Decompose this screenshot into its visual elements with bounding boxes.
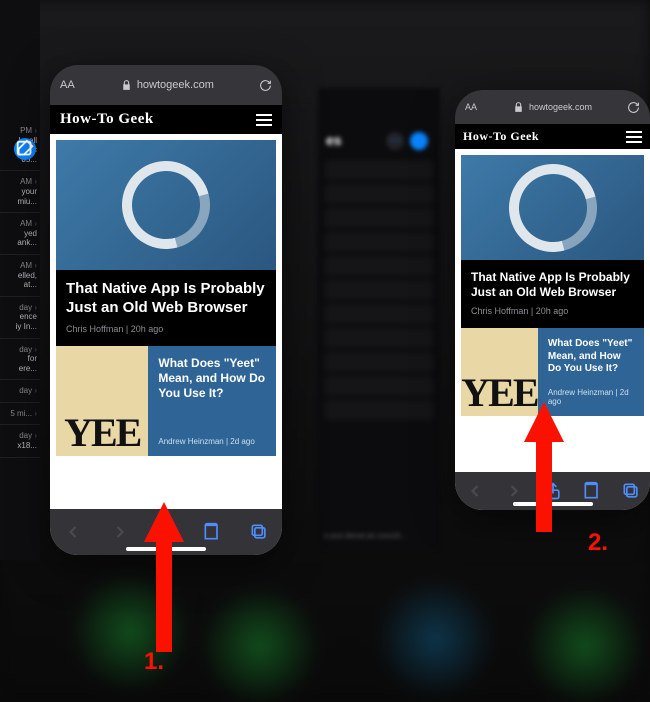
compose-button[interactable]	[410, 132, 428, 150]
list-item	[324, 304, 434, 324]
article2-title: What Does "Yeet" Mean, and How Do You Us…	[158, 356, 266, 401]
annotation-arrow-2	[524, 402, 564, 537]
article1-card[interactable]: That Native App Is Probably Just an Old …	[461, 260, 644, 328]
step-label-2: 2.	[588, 529, 608, 557]
list-item: AM ›yedank...	[0, 213, 40, 255]
list-item: AM ›yourmiu...	[0, 171, 40, 213]
compose-button[interactable]	[14, 138, 36, 160]
annotation-arrow-1	[144, 502, 184, 657]
address-bar[interactable]: AA howtogeek.com	[455, 90, 650, 124]
article1-title: That Native App Is Probably Just an Old …	[471, 270, 634, 300]
site-logo[interactable]: How-To Geek	[60, 111, 154, 128]
list-item: 5 mi... ›	[0, 403, 40, 426]
list-item: day ›x18...	[0, 425, 40, 457]
list-item	[324, 160, 434, 180]
url-text: howtogeek.com	[529, 102, 592, 112]
header-partial: es	[326, 132, 342, 148]
site-logo[interactable]: How-To Geek	[463, 129, 539, 144]
site-header: How-To Geek	[455, 124, 650, 149]
list-item	[324, 232, 434, 252]
article2-card[interactable]: YEE What Does "Yeet" Mean, and How Do Yo…	[56, 346, 276, 456]
menu-icon[interactable]	[626, 131, 642, 143]
background-app-middle[interactable]: ⋯ es o your demat a/c xxxx18...	[318, 88, 440, 548]
list-item	[324, 208, 434, 228]
bookmarks-icon[interactable]	[582, 481, 602, 501]
menu-icon[interactable]	[256, 114, 272, 126]
back-icon	[63, 522, 83, 542]
article2-thumb: YEE	[56, 346, 148, 456]
refresh-icon[interactable]	[627, 101, 640, 114]
list-item	[324, 328, 434, 348]
lock-icon	[120, 79, 133, 92]
more-icon: ⋯	[386, 132, 404, 150]
list-item	[324, 184, 434, 204]
background-app-left[interactable]: PM ›k callr A/c05...AM ›yourmiu...AM ›ye…	[0, 0, 40, 560]
article1-card[interactable]: That Native App Is Probably Just an Old …	[56, 270, 276, 346]
article1-hero-image[interactable]	[461, 155, 644, 260]
forward-icon	[504, 481, 524, 501]
list-item	[324, 400, 434, 420]
list-item	[324, 352, 434, 372]
article2-meta: Andrew Heinzman | 2d ago	[158, 437, 266, 446]
footer-partial: o your demat a/c xxxx18...	[324, 533, 406, 540]
refresh-icon[interactable]	[259, 79, 272, 92]
article1-meta: Chris Hoffman | 20h ago	[66, 324, 266, 334]
article1-hero-image[interactable]	[56, 140, 276, 270]
article1-meta: Chris Hoffman | 20h ago	[471, 306, 634, 316]
url-text: howtogeek.com	[137, 79, 214, 91]
forward-icon	[110, 522, 130, 542]
site-header: How-To Geek	[50, 105, 282, 134]
list-item	[324, 256, 434, 276]
step-label-1: 1.	[144, 648, 164, 676]
list-item	[324, 376, 434, 396]
article1-title: That Native App Is Probably Just an Old …	[66, 280, 266, 318]
list-item: day ›forere...	[0, 339, 40, 381]
address-bar[interactable]: AA howtogeek.com	[50, 65, 282, 105]
bookmarks-icon[interactable]	[202, 522, 222, 542]
list-item: day ›	[0, 380, 40, 403]
back-icon	[465, 481, 485, 501]
list-item: AM ›elled,at...	[0, 255, 40, 297]
web-page: How-To Geek That Native App Is Probably …	[50, 105, 282, 555]
article2-title: What Does "Yeet" Mean, and How Do You Us…	[548, 338, 634, 376]
safari-app-card-step1[interactable]: AA howtogeek.com How-To Geek That Native…	[50, 65, 282, 555]
list-item	[324, 280, 434, 300]
tabs-icon[interactable]	[621, 481, 641, 501]
tabs-icon[interactable]	[249, 522, 269, 542]
text-size-button[interactable]: AA	[465, 102, 477, 112]
text-size-button[interactable]: AA	[60, 79, 75, 91]
list-item: day ›enceiy In...	[0, 297, 40, 339]
lock-icon	[512, 101, 525, 114]
